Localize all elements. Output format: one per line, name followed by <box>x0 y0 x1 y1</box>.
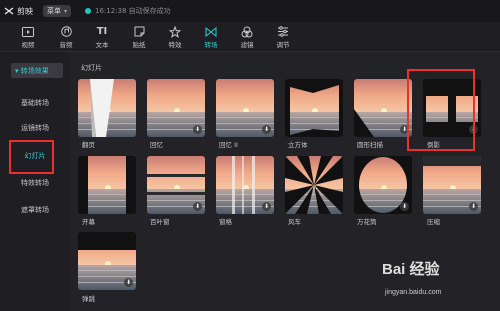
title-bar: 剪映 菜单 ▾ 16:12:38 自动保存成功 <box>0 0 500 22</box>
main-toolbar: 视频 音频 TI 文本 贴纸 特效 转场 滤镜 调节 <box>0 22 500 52</box>
download-icon[interactable]: ⬇ <box>193 202 202 211</box>
highlight-sidebar-selection <box>9 140 54 174</box>
audio-icon <box>52 25 80 38</box>
sidebar-header[interactable]: ▾ 转场效果 <box>11 63 63 78</box>
sticker-icon <box>125 25 153 38</box>
app-logo-icon <box>4 7 14 15</box>
transition-tile-flip[interactable] <box>78 79 136 137</box>
download-icon[interactable]: ⬇ <box>469 202 478 211</box>
tab-adjust-label: 调节 <box>276 41 290 49</box>
transition-tile-kaleidoscope[interactable]: ⬇ <box>354 156 412 214</box>
download-icon[interactable]: ⬇ <box>400 202 409 211</box>
tab-text-label: 文本 <box>95 41 109 49</box>
adjust-icon <box>269 25 297 38</box>
tile-label-memory: 回忆 <box>150 141 163 149</box>
menu-button[interactable]: 菜单 ▾ <box>43 5 72 17</box>
transition-tile-windmill[interactable] <box>285 156 343 214</box>
video-icon <box>14 25 42 38</box>
tile-label-windmill: 风车 <box>288 218 301 226</box>
tab-effects[interactable]: 特效 <box>161 25 189 49</box>
filter-icon <box>233 25 261 38</box>
tab-video-label: 视频 <box>21 41 35 49</box>
transition-tile-cube[interactable] <box>285 79 343 137</box>
tab-effects-label: 特效 <box>168 41 182 49</box>
effects-icon <box>161 25 189 38</box>
tile-label-memory-2: 回忆 II <box>219 141 238 149</box>
sidebar-item-effect[interactable]: 特效转场 <box>0 178 70 188</box>
transition-icon <box>197 25 225 38</box>
tab-text[interactable]: TI 文本 <box>88 25 116 49</box>
transition-tile-bounce[interactable]: ⬇ <box>78 232 136 290</box>
tile-label-curtain: 开幕 <box>82 218 95 226</box>
download-icon[interactable]: ⬇ <box>193 125 202 134</box>
tab-sticker[interactable]: 贴纸 <box>125 25 153 49</box>
menu-label: 菜单 <box>47 7 61 15</box>
tab-adjust[interactable]: 调节 <box>269 25 297 49</box>
download-icon[interactable]: ⬇ <box>262 125 271 134</box>
tile-label-cube: 立方体 <box>288 141 308 149</box>
tile-label-bounce: 弹跳 <box>82 295 95 303</box>
sidebar: ▾ 转场效果 基础转场 运镜转场 幻灯片 特效转场 遮罩转场 <box>0 52 70 311</box>
tile-label-pane: 窗格 <box>219 218 232 226</box>
highlight-reflection-tile <box>407 69 475 151</box>
transition-tile-memory[interactable]: ⬇ <box>147 79 205 137</box>
tile-label-circle-scan: 圆形扫描 <box>357 141 383 149</box>
transition-tile-curtain[interactable] <box>78 156 136 214</box>
sidebar-item-camera[interactable]: 运镜转场 <box>0 123 70 133</box>
transition-tile-compress[interactable]: ⬇ <box>423 156 481 214</box>
transition-tile-pane[interactable]: ⬇ <box>216 156 274 214</box>
tab-transition-label: 转场 <box>204 41 218 49</box>
section-title: 幻灯片 <box>81 64 102 72</box>
tab-transition[interactable]: 转场 <box>197 25 225 49</box>
tab-audio-label: 音频 <box>59 41 73 49</box>
text-icon: TI <box>96 26 108 37</box>
transition-tile-memory-2[interactable]: ⬇ <box>216 79 274 137</box>
transition-tile-circle-scan[interactable]: ⬇ <box>354 79 412 137</box>
tile-label-kaleidoscope: 万花筒 <box>357 218 377 226</box>
tab-sticker-label: 贴纸 <box>132 41 146 49</box>
watermark-logo: Bai 经验 <box>382 261 440 278</box>
tile-label-blinds: 百叶窗 <box>150 218 170 226</box>
chevron-down-icon: ▾ <box>64 7 68 15</box>
save-status-icon <box>85 8 92 14</box>
download-icon[interactable]: ⬇ <box>124 278 133 287</box>
tab-filter-label: 滤镜 <box>240 41 254 49</box>
sidebar-item-mask[interactable]: 遮罩转场 <box>0 205 70 215</box>
tab-audio[interactable]: 音频 <box>52 25 80 49</box>
sidebar-item-basic[interactable]: 基础转场 <box>0 98 70 108</box>
download-icon[interactable]: ⬇ <box>262 202 271 211</box>
tile-label-compress: 压缩 <box>427 218 440 226</box>
tab-filter[interactable]: 滤镜 <box>233 25 261 49</box>
save-status: 16:12:38 自动保存成功 <box>95 7 171 15</box>
watermark-url: jingyan.baidu.com <box>385 289 442 296</box>
tab-video[interactable]: 视频 <box>14 25 42 49</box>
app-title: 剪映 <box>17 6 33 16</box>
transition-tile-blinds[interactable]: ⬇ <box>147 156 205 214</box>
tile-label-flip: 翻页 <box>82 141 95 149</box>
